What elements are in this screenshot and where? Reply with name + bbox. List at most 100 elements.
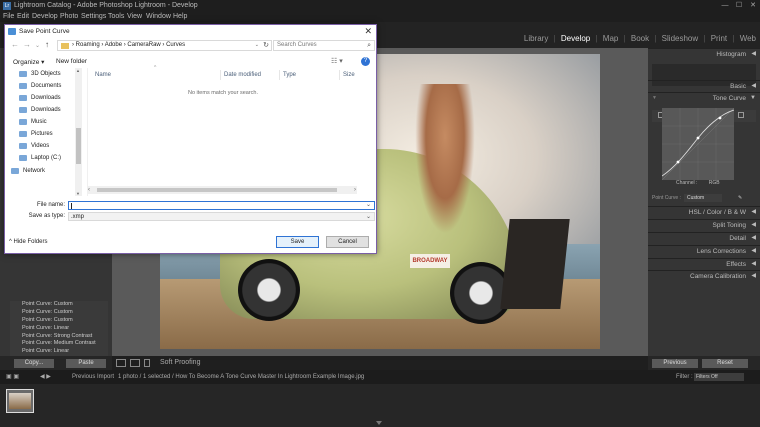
reset-button[interactable]: Reset <box>702 359 748 368</box>
grid-icon[interactable]: ▣ ▣ <box>6 370 19 384</box>
search-input[interactable]: Search Curves <box>277 42 317 48</box>
scroll-left-icon[interactable]: ‹ <box>88 186 90 194</box>
breadcrumb-roaming[interactable]: Roaming <box>76 42 100 48</box>
before-after-icon[interactable] <box>130 359 140 367</box>
horizontal-scrollbar[interactable]: ‹ › <box>87 186 357 194</box>
recent-dropdown-icon[interactable]: ⌄ <box>35 42 40 49</box>
module-web[interactable]: Web <box>740 34 756 43</box>
module-print[interactable]: Print <box>711 34 727 43</box>
scroll-right-icon[interactable]: › <box>354 186 356 194</box>
search-box[interactable]: Search Curves ⌕ <box>273 40 375 51</box>
eyedropper-icon[interactable]: ✎ <box>738 193 742 203</box>
nav-item-pictures[interactable]: Pictures <box>19 129 53 139</box>
menu-tools[interactable]: Tools <box>108 12 124 22</box>
camera-calibration-header[interactable]: Camera Calibration ◀ <box>648 270 760 281</box>
view-options-icon[interactable]: ☷ ▾ <box>331 57 343 65</box>
nav-item-3d-objects[interactable]: 3D Objects <box>19 69 61 79</box>
folder-icon <box>19 83 27 89</box>
nav-item-downloads[interactable]: Downloads <box>19 105 61 115</box>
previous-import-label[interactable]: Previous Import <box>72 370 114 384</box>
module-develop[interactable]: Develop <box>561 34 590 43</box>
menu-window[interactable]: Window <box>146 12 171 22</box>
maximize-button[interactable]: ☐ <box>732 0 746 12</box>
breadcrumb-cameraraw[interactable]: CameraRaw <box>127 42 160 48</box>
column-date-modified[interactable]: Date modified <box>221 70 280 80</box>
column-size[interactable]: Size <box>340 70 370 80</box>
before-after-toggle-icon[interactable] <box>144 359 150 367</box>
nav-item-music[interactable]: Music <box>19 117 47 127</box>
up-arrow-icon[interactable]: ↑ <box>45 40 49 49</box>
folder-icon <box>8 28 16 35</box>
file-name-dropdown-icon[interactable]: ⌄ <box>366 201 371 208</box>
effects-header[interactable]: Effects ◀ <box>648 258 760 269</box>
nav-item-network[interactable]: Network <box>11 166 45 176</box>
back-arrow-icon[interactable]: ← <box>11 40 19 49</box>
menu-develop[interactable]: Develop <box>32 12 58 22</box>
module-library[interactable]: Library <box>524 34 548 43</box>
point-curve-select[interactable]: Custom <box>684 194 722 202</box>
basic-header[interactable]: Basic ◀ <box>648 80 760 91</box>
address-bar[interactable]: › Roaming › Adobe › CameraRaw › Curves ⌄… <box>57 40 272 51</box>
nav-item-laptop-c[interactable]: Laptop (C:) <box>19 153 61 163</box>
help-icon[interactable]: ? <box>361 57 370 66</box>
module-map[interactable]: Map <box>603 34 619 43</box>
forward-arrow-icon[interactable]: → <box>23 40 31 49</box>
histogram-header[interactable]: Histogram ◀ <box>648 48 760 59</box>
close-window-button[interactable]: ✕ <box>746 0 760 12</box>
refresh-icon[interactable]: ↻ <box>263 41 269 50</box>
nav-item-videos[interactable]: Videos <box>19 141 49 151</box>
channel-select[interactable]: RGB <box>709 180 720 186</box>
history-item[interactable]: Point Curve: Medium Contrast <box>10 340 108 348</box>
menu-edit[interactable]: Edit <box>17 12 29 22</box>
column-name[interactable]: Name <box>92 70 221 80</box>
menu-settings[interactable]: Settings <box>81 12 106 22</box>
copy-button[interactable]: Copy... <box>14 359 54 368</box>
organize-button[interactable]: Organize ▾ <box>13 58 44 66</box>
history-item[interactable]: Point Curve: Custom <box>10 317 108 325</box>
history-item[interactable]: Point Curve: Custom <box>10 309 108 317</box>
file-list[interactable]: Name Date modified Type Size ^ No items … <box>87 65 376 196</box>
hsl-header[interactable]: HSL / Color / B & W ◀ <box>648 206 760 217</box>
expand-filmstrip-icon[interactable] <box>376 421 382 425</box>
module-slideshow[interactable]: Slideshow <box>662 34 698 43</box>
menu-photo[interactable]: Photo <box>60 12 78 22</box>
back-forward-icon[interactable]: ◀ ▶ <box>40 370 51 384</box>
detail-header[interactable]: Detail ◀ <box>648 232 760 243</box>
nav-scrollbar[interactable]: ▲ ▼ <box>75 68 82 196</box>
history-item[interactable]: Point Curve: Custom <box>10 301 108 309</box>
minimize-button[interactable]: — <box>718 0 732 12</box>
lens-corrections-header[interactable]: Lens Corrections ◀ <box>648 245 760 256</box>
split-toning-header[interactable]: Split Toning ◀ <box>648 219 760 230</box>
soft-proofing-checkbox[interactable]: Soft Proofing <box>160 359 200 366</box>
module-book[interactable]: Book <box>631 34 649 43</box>
history-item[interactable]: Point Curve: Strong Contrast <box>10 333 108 341</box>
lightroom-window: Lr Lightroom Catalog - Adobe Photoshop L… <box>0 0 760 427</box>
breadcrumb-adobe[interactable]: Adobe <box>105 42 122 48</box>
hide-folders-button[interactable]: ^ Hide Folders <box>9 239 48 245</box>
breadcrumb-curves[interactable]: Curves <box>166 42 185 48</box>
brush-icon[interactable] <box>738 112 744 118</box>
menu-help[interactable]: Help <box>173 12 187 22</box>
menu-file[interactable]: File <box>3 12 14 22</box>
address-dropdown-icon[interactable]: ⌄ <box>255 41 259 50</box>
save-button[interactable]: Save <box>276 236 319 248</box>
previous-button[interactable]: Previous <box>652 359 698 368</box>
tone-curve-header[interactable]: ▼ Tone Curve ▼ <box>648 92 760 103</box>
menu-view[interactable]: View <box>127 12 142 22</box>
tone-curve-graph[interactable] <box>662 108 734 180</box>
loupe-view-icon[interactable] <box>116 359 126 367</box>
license-plate: BROADWAY <box>410 254 450 268</box>
paste-button[interactable]: Paste <box>66 359 106 368</box>
filmstrip-thumbnail[interactable] <box>6 389 34 413</box>
file-name-input[interactable]: ⌄ <box>68 201 375 210</box>
dialog-close-icon[interactable]: ✕ <box>364 25 372 38</box>
history-item[interactable]: Point Curve: Linear <box>10 325 108 333</box>
nav-item-documents[interactable]: Documents <box>19 81 61 91</box>
nav-item-downloads[interactable]: Downloads <box>19 93 61 103</box>
filter-select[interactable]: Filters Off <box>694 373 744 381</box>
new-folder-button[interactable]: New folder <box>56 58 87 65</box>
cancel-button[interactable]: Cancel <box>326 236 369 248</box>
column-type[interactable]: Type <box>280 70 340 80</box>
save-as-type-select[interactable]: .xmp ⌄ <box>68 212 375 221</box>
title-bar: Lr Lightroom Catalog - Adobe Photoshop L… <box>0 0 760 12</box>
